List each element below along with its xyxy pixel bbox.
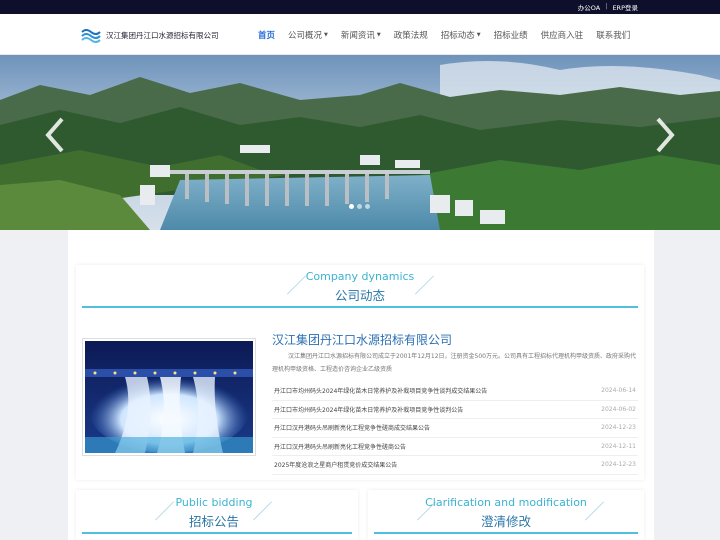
news-date: 2024-06-02	[601, 405, 636, 413]
news-date: 2024-12-23	[601, 424, 636, 432]
news-item[interactable]: 丹江口市均州码头2024年绿化苗木日常养护及补栽项目竞争性谈判公告 2024-0…	[272, 401, 638, 419]
news-item[interactable]: 2025年度沧浪之星商户租赁竞价成交结果公告 2024-12-23	[272, 456, 638, 475]
nav-item-news[interactable]: 新闻资讯 ▼	[341, 29, 381, 41]
nav-label: 新闻资讯	[340, 31, 375, 41]
erp-login-link[interactable]: ERP登录	[612, 2, 638, 12]
banner-next-arrow-icon[interactable]	[654, 115, 678, 155]
nav-item-contact[interactable]: 联系我们	[596, 29, 630, 41]
nav-label: 公司概况	[288, 31, 323, 41]
nav-item-bidding-performance[interactable]: 招标业绩	[494, 29, 528, 41]
section-title-en: Clarification and modification	[425, 496, 587, 509]
company-title-link[interactable]: 汉江集团丹江口水源招标有限公司	[272, 331, 452, 348]
site-header: 汉江集团丹江口水源招标有限公司 首页 公司概况 ▼ 新闻资讯 ▼ 政策法规 招标动态…	[0, 14, 720, 55]
news-item[interactable]: 丹江口市均州码头2024年绿化苗木日常养护及补栽项目竞争性谈判成交结果公告 20…	[272, 382, 638, 401]
slide-dot[interactable]	[357, 204, 362, 209]
nav-item-bidding-news[interactable]: 招标动态 ▼	[441, 29, 481, 41]
section-title-en: Company dynamics	[305, 270, 415, 283]
section-underline	[82, 532, 352, 534]
section-underline	[374, 532, 638, 534]
news-title[interactable]: 丹江口市均州码头2024年绿化苗木日常养护及补栽项目竞争性谈判公告	[274, 405, 463, 414]
section-title-zh[interactable]: 招标公告	[154, 511, 274, 530]
nav-label: 供应商入驻	[540, 31, 584, 41]
news-title[interactable]: 丹江口汉丹港码头吊刷新亮化工程竞争性磋商公告	[274, 442, 406, 451]
main-nav: 首页 公司概况 ▼ 新闻资讯 ▼ 政策法规 招标动态 ▼ 招标业绩 供应商入驻 联系我…	[258, 29, 643, 41]
company-name: 汉江集团丹江口水源招标有限公司	[106, 30, 219, 40]
news-list: 丹江口市均州码头2024年绿化苗木日常养护及补栽项目竞争性谈判成交结果公告 20…	[272, 382, 638, 475]
site-logo[interactable]: 汉江集团丹江口水源招标有限公司	[80, 25, 220, 45]
news-date: 2024-12-11	[601, 442, 636, 450]
nav-label: 招标动态	[440, 31, 475, 41]
news-title[interactable]: 丹江口市均州码头2024年绿化苗木日常养护及补栽项目竞争性谈判成交结果公告	[274, 386, 487, 395]
nav-label: 联系我们	[596, 31, 631, 41]
nav-item-supplier-registration[interactable]: 供应商入驻	[541, 29, 584, 41]
hero-banner	[0, 55, 720, 230]
nav-item-company-overview[interactable]: 公司概况 ▼	[288, 29, 328, 41]
chevron-down-icon: ▼	[376, 32, 381, 38]
banner-slide-indicators	[349, 204, 370, 209]
top-links: 办公OA | ERP登录	[578, 2, 638, 12]
section-title-zh[interactable]: 公司动态	[280, 285, 440, 304]
nav-item-policies[interactable]: 政策法规	[394, 29, 428, 41]
section-title-zh[interactable]: 澄清修改	[416, 511, 596, 530]
clarification-heading: Clarification and modification 澄清修改	[416, 496, 596, 530]
news-date: 2024-06-14	[601, 387, 636, 395]
chevron-down-icon: ▼	[476, 32, 481, 38]
nav-label: 招标业绩	[493, 31, 528, 41]
public-bidding-heading: Public bidding 招标公告	[154, 496, 274, 530]
top-bar: 办公OA | ERP登录	[0, 0, 720, 14]
wave-logo-icon	[80, 26, 102, 44]
oa-login-link[interactable]: 办公OA	[578, 2, 600, 12]
company-description: 汉江集团丹江口水源招标有限公司成立于2001年12月12日，注册资金500万元。…	[272, 353, 636, 373]
banner-prev-arrow-icon[interactable]	[42, 115, 66, 155]
nav-label: 首页	[258, 31, 276, 41]
slide-dot[interactable]	[349, 204, 354, 209]
news-photo[interactable]	[82, 338, 256, 456]
nav-label: 政策法规	[393, 31, 428, 41]
news-title[interactable]: 2025年度沧浪之星商户租赁竞价成交结果公告	[274, 460, 397, 469]
news-item[interactable]: 丹江口汉丹港码头吊刷新亮化工程竞争性磋商成交结果公告 2024-12-23	[272, 419, 638, 438]
section-underline	[82, 306, 638, 308]
section-title-en: Public bidding	[175, 496, 253, 509]
chevron-down-icon: ▼	[324, 32, 328, 38]
top-links-separator: |	[605, 2, 608, 10]
nav-item-home[interactable]: 首页	[258, 29, 275, 41]
slide-dot[interactable]	[365, 204, 370, 209]
company-dynamics-heading: Company dynamics 公司动态	[280, 270, 440, 304]
dam-spillway-image	[85, 341, 253, 453]
news-item[interactable]: 丹江口汉丹港码头吊刷新亮化工程竞争性磋商公告 2024-12-11	[272, 438, 638, 456]
news-title[interactable]: 丹江口汉丹港码头吊刷新亮化工程竞争性磋商成交结果公告	[274, 423, 430, 432]
news-date: 2024-12-23	[601, 461, 636, 469]
